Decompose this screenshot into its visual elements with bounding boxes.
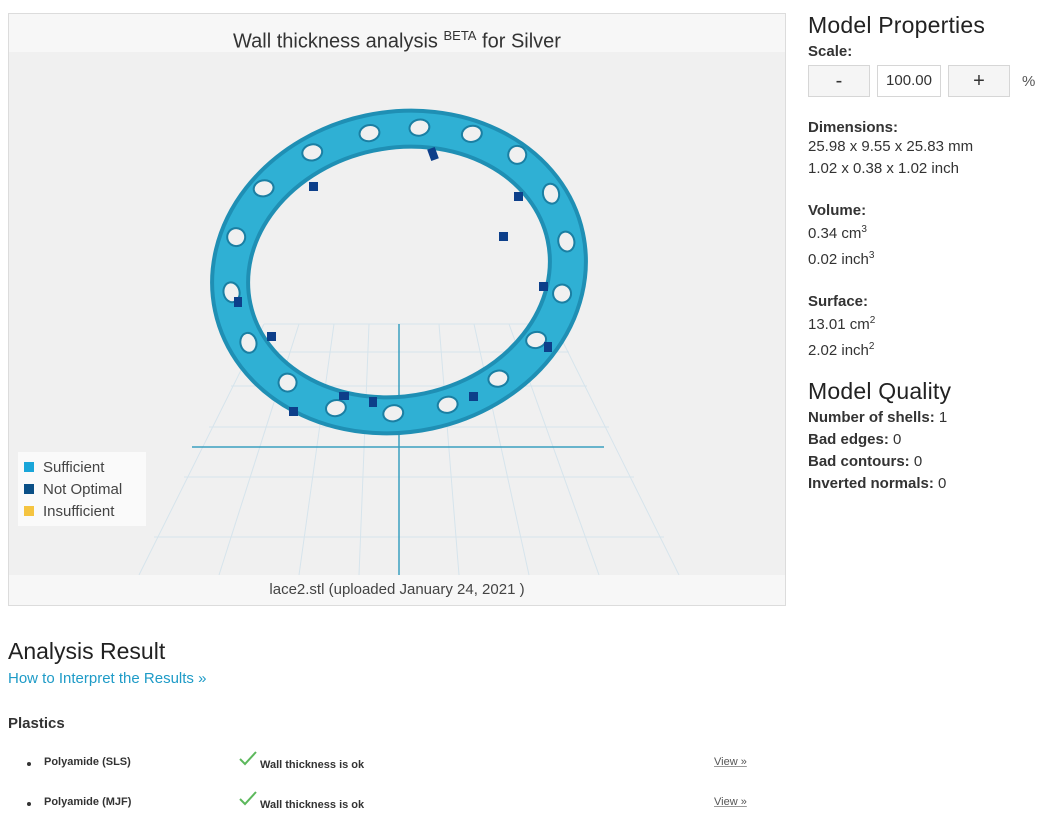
bullet xyxy=(27,802,31,806)
volume-label: Volume: xyxy=(808,202,867,219)
legend-label: Sufficient xyxy=(43,458,105,476)
material-name: Polyamide (MJF) xyxy=(44,796,132,808)
material-name: Polyamide (SLS) xyxy=(44,756,131,768)
scale-increase-button[interactable]: + xyxy=(948,65,1010,97)
legend: Sufficient Not Optimal Insufficient xyxy=(18,452,146,526)
legend-swatch xyxy=(24,484,34,494)
volume-inch: 0.02 inch3 xyxy=(808,250,875,268)
shells-row: Number of shells: 1 xyxy=(808,409,948,426)
viewer-title-suffix: for Silver xyxy=(482,30,561,53)
material-status: Wall thickness is ok xyxy=(260,799,365,811)
surface-cm: 13.01 cm2 xyxy=(808,315,876,333)
legend-swatch xyxy=(24,506,34,516)
scale-label: Scale: xyxy=(808,43,853,60)
surface-inch: 2.02 inch2 xyxy=(808,341,875,359)
check-icon xyxy=(239,751,257,766)
material-row: Polyamide (MJF) Wall thickness is ok Vie… xyxy=(24,791,764,816)
grid-floor xyxy=(138,323,680,575)
legend-label: Insufficient xyxy=(43,502,115,520)
legend-label: Not Optimal xyxy=(43,480,123,498)
legend-item-insufficient: Insufficient xyxy=(24,500,146,522)
plastics-section-label: Plastics xyxy=(8,715,65,732)
dimensions-inch: 1.02 x 0.38 x 1.02 inch xyxy=(808,160,959,177)
bad-edges-row: Bad edges: 0 xyxy=(808,431,902,448)
surface-label: Surface: xyxy=(808,293,869,310)
viewer-title: Wall thickness analysis BETA for Silver xyxy=(9,14,785,53)
view-link[interactable]: View » xyxy=(714,756,747,768)
volume-cm: 0.34 cm3 xyxy=(808,224,867,242)
interpret-results-link[interactable]: How to Interpret the Results » xyxy=(8,670,206,687)
legend-item-sufficient: Sufficient xyxy=(24,456,146,478)
beta-badge: BETA xyxy=(443,28,477,43)
material-status: Wall thickness is ok xyxy=(260,759,365,771)
file-info: lace2.stl (uploaded January 24, 2021 ) xyxy=(9,575,785,605)
model-quality-title: Model Quality xyxy=(808,378,952,404)
scale-decrease-button[interactable]: - xyxy=(808,65,870,97)
legend-item-not-optimal: Not Optimal xyxy=(24,478,146,500)
model-viewer[interactable]: Wall thickness analysis BETA for Silver xyxy=(8,13,786,606)
material-row: Polyamide (SLS) Wall thickness is ok Vie… xyxy=(24,751,764,776)
analysis-result-title: Analysis Result xyxy=(8,638,166,664)
model-properties-title: Model Properties xyxy=(808,12,986,38)
viewer-title-main: Wall thickness analysis xyxy=(233,30,438,53)
check-icon xyxy=(239,791,257,806)
model-properties-panel: Model Properties Scale: - 100.00 + % Dim… xyxy=(808,12,1048,495)
scale-control: - 100.00 + % xyxy=(808,65,1048,97)
scale-input[interactable]: 100.00 xyxy=(877,65,941,97)
dimensions-label: Dimensions: xyxy=(808,119,899,136)
inverted-normals-row: Inverted normals: 0 xyxy=(808,475,947,492)
dimensions-mm: 25.98 x 9.55 x 25.83 mm xyxy=(808,138,974,155)
ring-model xyxy=(210,108,588,436)
bad-contours-row: Bad contours: 0 xyxy=(808,453,923,470)
bullet xyxy=(27,762,31,766)
scale-unit: % xyxy=(1022,72,1036,90)
view-link[interactable]: View » xyxy=(714,796,747,808)
legend-swatch xyxy=(24,462,34,472)
